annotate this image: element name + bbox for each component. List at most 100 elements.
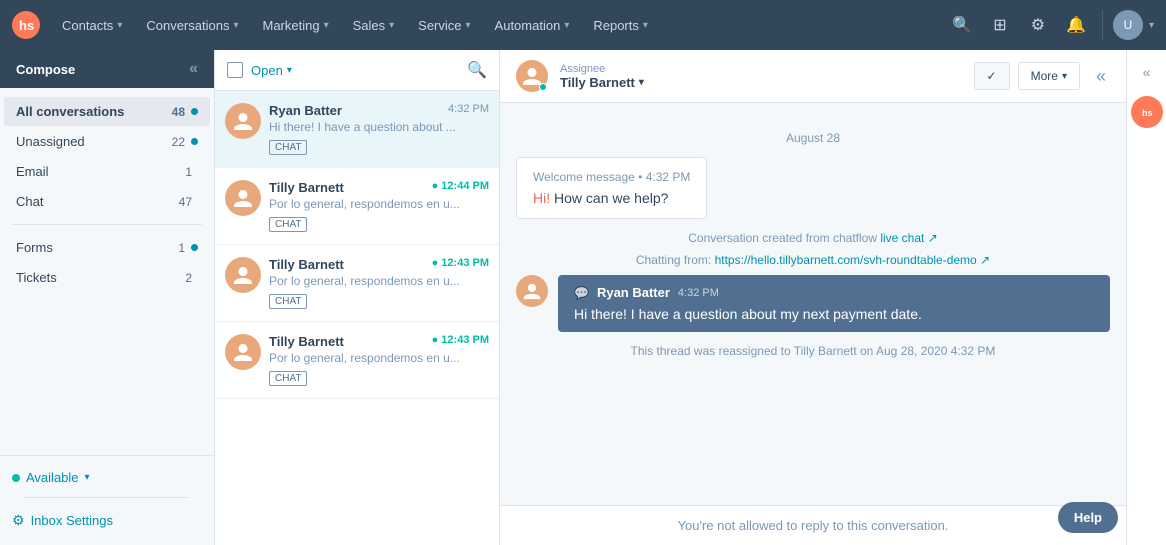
chevron-down-icon: ▾ bbox=[1062, 71, 1067, 82]
nav-contacts[interactable]: Contacts ▾ bbox=[52, 12, 132, 39]
chat-area: Assignee Tilly Barnett ▾ ✓ More ▾ « Augu… bbox=[500, 50, 1126, 545]
chevron-down-icon: ▾ bbox=[233, 20, 238, 31]
filter-open-button[interactable]: Open ▾ bbox=[251, 63, 292, 78]
user-message-text: Hi there! I have a question about my nex… bbox=[574, 306, 1094, 322]
sidebar-item-tickets[interactable]: Tickets 2 bbox=[4, 263, 210, 292]
nav-automation[interactable]: Automation ▾ bbox=[485, 12, 580, 39]
nav-sales[interactable]: Sales ▾ bbox=[343, 12, 405, 39]
chevron-down-icon: ▾ bbox=[324, 20, 329, 31]
sidebar-divider bbox=[24, 497, 190, 498]
conversation-item[interactable]: Tilly Barnett ● 12:43 PM Por lo general,… bbox=[215, 322, 499, 399]
message-text: Hi! How can we help? bbox=[533, 190, 690, 206]
conv-content: Tilly Barnett ● 12:43 PM Por lo general,… bbox=[269, 257, 489, 309]
conv-tag: CHAT bbox=[269, 294, 307, 309]
reply-notice: You're not allowed to reply to this conv… bbox=[500, 505, 1126, 545]
right-panel: « hs bbox=[1126, 50, 1166, 545]
conv-content: Tilly Barnett ● 12:43 PM Por lo general,… bbox=[269, 334, 489, 386]
hubspot-icon-button[interactable]: hs bbox=[1131, 96, 1163, 128]
conversation-item[interactable]: Ryan Batter 4:32 PM Hi there! I have a q… bbox=[215, 91, 499, 168]
hubspot-logo[interactable]: hs bbox=[12, 11, 40, 39]
chevron-down-icon: ▾ bbox=[639, 77, 644, 88]
user-message-row: 💬 Ryan Batter 4:32 PM Hi there! I have a… bbox=[516, 275, 1110, 332]
chatting-from-link[interactable]: https://hello.tillybarnett.com/svh-round… bbox=[715, 253, 991, 267]
chevron-down-icon: ▾ bbox=[643, 20, 648, 31]
message-timestamp: Welcome message • 4:32 PM bbox=[533, 170, 690, 184]
more-button[interactable]: More ▾ bbox=[1018, 62, 1080, 90]
select-all-checkbox[interactable] bbox=[227, 62, 243, 78]
system-note-chatting: Chatting from: https://hello.tillybarnet… bbox=[516, 253, 1110, 267]
conv-name: Tilly Barnett bbox=[269, 180, 344, 195]
assignee-avatar bbox=[516, 60, 548, 92]
sidebar-item-email[interactable]: Email 1 bbox=[4, 157, 210, 186]
user-message-header: 💬 Ryan Batter 4:32 PM bbox=[574, 285, 1094, 300]
live-chat-link[interactable]: live chat ↗ bbox=[880, 231, 937, 245]
svg-text:hs: hs bbox=[1142, 108, 1153, 118]
chevron-down-icon: ▾ bbox=[466, 20, 471, 31]
svg-text:hs: hs bbox=[19, 18, 34, 33]
sidebar-item-forms[interactable]: Forms 1 bbox=[4, 233, 210, 262]
nav-divider bbox=[1102, 10, 1103, 40]
conv-name: Tilly Barnett bbox=[269, 257, 344, 272]
conversation-item[interactable]: Tilly Barnett ● 12:43 PM Por lo general,… bbox=[215, 245, 499, 322]
chevron-down-icon: ▾ bbox=[287, 65, 292, 76]
nav-marketing[interactable]: Marketing ▾ bbox=[252, 12, 338, 39]
settings-icon[interactable]: ⚙ bbox=[1022, 9, 1054, 41]
chevron-down-icon: ▾ bbox=[85, 472, 90, 483]
reassign-note: This thread was reassigned to Tilly Barn… bbox=[516, 344, 1110, 358]
conv-name: Tilly Barnett bbox=[269, 334, 344, 349]
marketplace-icon[interactable]: ⊞ bbox=[984, 9, 1016, 41]
conversation-item[interactable]: Tilly Barnett ● 12:44 PM Por lo general,… bbox=[215, 168, 499, 245]
chevron-down-icon: ▾ bbox=[117, 20, 122, 31]
user-message-avatar bbox=[516, 275, 548, 307]
top-navigation: hs Contacts ▾ Conversations ▾ Marketing … bbox=[0, 0, 1166, 50]
conv-time: ● 12:44 PM bbox=[432, 180, 489, 192]
status-dot bbox=[12, 474, 20, 482]
gear-icon: ⚙ bbox=[12, 512, 25, 529]
conv-avatar bbox=[225, 334, 261, 370]
sidebar-item-chat[interactable]: Chat 47 bbox=[4, 187, 210, 216]
conv-tag: CHAT bbox=[269, 140, 307, 155]
conversation-list-header: Open ▾ 🔍 bbox=[215, 50, 499, 91]
left-sidebar: Compose « All conversations 48 Unassigne… bbox=[0, 50, 215, 545]
inbox-settings-link[interactable]: ⚙ Inbox Settings bbox=[12, 506, 202, 535]
conv-avatar bbox=[225, 180, 261, 216]
nav-service[interactable]: Service ▾ bbox=[408, 12, 480, 39]
online-status-dot bbox=[539, 83, 547, 91]
chevron-down-icon: ▾ bbox=[389, 20, 394, 31]
notification-dot bbox=[191, 108, 198, 115]
welcome-message-container: Welcome message • 4:32 PM Hi! How can we… bbox=[516, 157, 1110, 219]
notification-dot bbox=[191, 138, 198, 145]
available-status-button[interactable]: Available ▾ bbox=[12, 466, 202, 489]
conv-avatar bbox=[225, 257, 261, 293]
help-button[interactable]: Help bbox=[1058, 502, 1118, 533]
collapse-right-icon[interactable]: « bbox=[1139, 60, 1155, 84]
user-avatar[interactable]: U bbox=[1113, 10, 1143, 40]
conv-preview: Por lo general, respondemos en u... bbox=[269, 197, 489, 211]
notification-dot bbox=[191, 244, 198, 251]
system-note-chatflow: Conversation created from chatflow live … bbox=[516, 231, 1110, 245]
conv-preview: Por lo general, respondemos en u... bbox=[269, 274, 489, 288]
conv-name: Ryan Batter bbox=[269, 103, 342, 118]
conversation-list-items: Ryan Batter 4:32 PM Hi there! I have a q… bbox=[215, 91, 499, 399]
nav-conversations[interactable]: Conversations ▾ bbox=[136, 12, 248, 39]
notifications-icon[interactable]: 🔔 bbox=[1060, 9, 1092, 41]
sidebar-item-unassigned[interactable]: Unassigned 22 bbox=[4, 127, 210, 156]
conv-content: Tilly Barnett ● 12:44 PM Por lo general,… bbox=[269, 180, 489, 232]
conv-avatar bbox=[225, 103, 261, 139]
check-button[interactable]: ✓ bbox=[974, 62, 1010, 90]
sidebar-navigation: All conversations 48 Unassigned 22 Email… bbox=[0, 88, 214, 455]
sidebar-item-all-conversations[interactable]: All conversations 48 bbox=[4, 97, 210, 126]
conv-preview: Hi there! I have a question about ... bbox=[269, 120, 489, 134]
conversation-list: Open ▾ 🔍 Ryan Batter 4:32 PM Hi there! I… bbox=[215, 50, 500, 545]
search-conversations-button[interactable]: 🔍 bbox=[467, 60, 487, 80]
sidebar-footer: Available ▾ ⚙ Inbox Settings bbox=[0, 455, 214, 545]
search-icon[interactable]: 🔍 bbox=[946, 9, 978, 41]
collapse-icon: « bbox=[189, 60, 198, 78]
chevron-down-icon: ▾ bbox=[564, 20, 569, 31]
compose-button[interactable]: Compose « bbox=[0, 50, 214, 88]
collapse-chat-icon[interactable]: « bbox=[1092, 62, 1110, 91]
nav-reports[interactable]: Reports ▾ bbox=[583, 12, 658, 39]
assignee-name-button[interactable]: Tilly Barnett ▾ bbox=[560, 75, 644, 90]
chevron-down-icon[interactable]: ▾ bbox=[1149, 20, 1154, 31]
text-highlight: Hi! bbox=[533, 190, 550, 206]
